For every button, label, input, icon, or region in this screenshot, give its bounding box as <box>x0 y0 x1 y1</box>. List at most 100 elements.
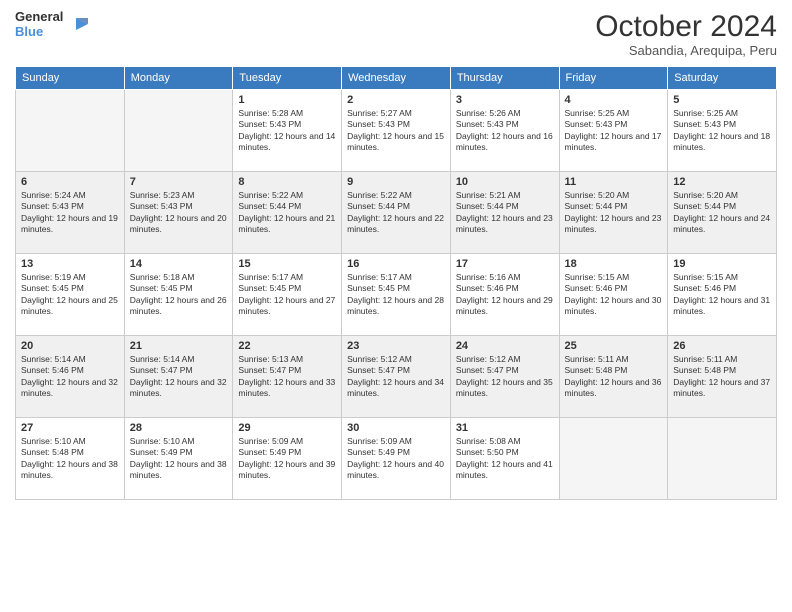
table-row: 22 Sunrise: 5:13 AMSunset: 5:47 PMDayligh… <box>233 336 342 418</box>
day-info: Sunrise: 5:17 AMSunset: 5:45 PMDaylight:… <box>347 272 445 318</box>
table-row: 27 Sunrise: 5:10 AMSunset: 5:48 PMDayligh… <box>16 418 125 500</box>
day-number: 14 <box>130 258 228 270</box>
table-row: 12 Sunrise: 5:20 AMSunset: 5:44 PMDayligh… <box>668 172 777 254</box>
calendar-week-row: 6Sunrise: 5:24 AMSunset: 5:43 PMDaylight… <box>16 172 777 254</box>
page: General Blue October 2024 Sabandia, Areq… <box>0 0 792 612</box>
table-row: 18 Sunrise: 5:15 AMSunset: 5:46 PMDayligh… <box>559 254 668 336</box>
day-info: Sunrise: 5:25 AMSunset: 5:43 PMDaylight:… <box>673 108 771 154</box>
table-row: 3 Sunrise: 5:26 AMSunset: 5:43 PMDaylight… <box>450 90 559 172</box>
day-number: 10 <box>456 176 554 188</box>
day-info: Sunrise: 5:18 AMSunset: 5:45 PMDaylight:… <box>130 272 228 318</box>
day-number: 27 <box>21 422 119 434</box>
col-tuesday: Tuesday <box>233 67 342 90</box>
table-row: 28Sunrise: 5:10 AMSunset: 5:49 PMDayligh… <box>124 418 233 500</box>
table-row: 13 Sunrise: 5:19 AMSunset: 5:45 PMDayligh… <box>16 254 125 336</box>
month-title: October 2024 <box>595 10 777 43</box>
table-row <box>16 90 125 172</box>
day-info: Sunrise: 5:14 AMSunset: 5:47 PMDaylight:… <box>130 354 228 400</box>
day-info: Sunrise: 5:27 AMSunset: 5:43 PMDaylight:… <box>347 108 445 154</box>
day-number: 9 <box>347 176 445 188</box>
day-number: 31 <box>456 422 554 434</box>
day-number: 21 <box>130 340 228 352</box>
day-number: 4 <box>565 94 663 106</box>
col-wednesday: Wednesday <box>342 67 451 90</box>
col-saturday: Saturday <box>668 67 777 90</box>
day-number: 2 <box>347 94 445 106</box>
table-row: 19Sunrise: 5:15 AMSunset: 5:46 PMDayligh… <box>668 254 777 336</box>
logo: General Blue <box>15 10 88 40</box>
calendar-week-row: 27 Sunrise: 5:10 AMSunset: 5:48 PMDayligh… <box>16 418 777 500</box>
day-info: Sunrise: 5:12 AMSunset: 5:47 PMDaylight:… <box>347 354 445 400</box>
table-row: 11Sunrise: 5:20 AMSunset: 5:44 PMDayligh… <box>559 172 668 254</box>
day-info: Sunrise: 5:20 AMSunset: 5:44 PMDaylight:… <box>565 190 663 236</box>
col-sunday: Sunday <box>16 67 125 90</box>
table-row: 1Sunrise: 5:28 AMSunset: 5:43 PMDaylight… <box>233 90 342 172</box>
day-number: 8 <box>238 176 336 188</box>
calendar-week-row: 20Sunrise: 5:14 AMSunset: 5:46 PMDayligh… <box>16 336 777 418</box>
col-friday: Friday <box>559 67 668 90</box>
table-row: 24Sunrise: 5:12 AMSunset: 5:47 PMDayligh… <box>450 336 559 418</box>
day-number: 24 <box>456 340 554 352</box>
day-info: Sunrise: 5:25 AMSunset: 5:43 PMDaylight:… <box>565 108 663 154</box>
day-info: Sunrise: 5:08 AMSunset: 5:50 PMDaylight:… <box>456 436 554 482</box>
table-row <box>668 418 777 500</box>
day-number: 1 <box>238 94 336 106</box>
day-number: 28 <box>130 422 228 434</box>
table-row: 5 Sunrise: 5:25 AMSunset: 5:43 PMDaylight… <box>668 90 777 172</box>
day-number: 13 <box>21 258 119 270</box>
table-row: 16Sunrise: 5:17 AMSunset: 5:45 PMDayligh… <box>342 254 451 336</box>
table-row: 7 Sunrise: 5:23 AMSunset: 5:43 PMDaylight… <box>124 172 233 254</box>
table-row: 9Sunrise: 5:22 AMSunset: 5:44 PMDaylight… <box>342 172 451 254</box>
table-row: 25Sunrise: 5:11 AMSunset: 5:48 PMDayligh… <box>559 336 668 418</box>
table-row: 23 Sunrise: 5:12 AMSunset: 5:47 PMDayligh… <box>342 336 451 418</box>
day-info: Sunrise: 5:21 AMSunset: 5:44 PMDaylight:… <box>456 190 554 236</box>
day-info: Sunrise: 5:11 AMSunset: 5:48 PMDaylight:… <box>673 354 771 400</box>
day-number: 5 <box>673 94 771 106</box>
day-info: Sunrise: 5:23 AMSunset: 5:43 PMDaylight:… <box>130 190 228 236</box>
table-row: 10 Sunrise: 5:21 AMSunset: 5:44 PMDayligh… <box>450 172 559 254</box>
day-number: 22 <box>238 340 336 352</box>
table-row <box>124 90 233 172</box>
day-info: Sunrise: 5:22 AMSunset: 5:44 PMDaylight:… <box>238 190 336 236</box>
day-info: Sunrise: 5:24 AMSunset: 5:43 PMDaylight:… <box>21 190 119 236</box>
table-row: 26 Sunrise: 5:11 AMSunset: 5:48 PMDayligh… <box>668 336 777 418</box>
day-info: Sunrise: 5:11 AMSunset: 5:48 PMDaylight:… <box>565 354 663 400</box>
col-monday: Monday <box>124 67 233 90</box>
logo-bird-icon <box>66 14 88 36</box>
day-number: 29 <box>238 422 336 434</box>
day-number: 12 <box>673 176 771 188</box>
day-info: Sunrise: 5:09 AMSunset: 5:49 PMDaylight:… <box>347 436 445 482</box>
day-number: 26 <box>673 340 771 352</box>
location: Sabandia, Arequipa, Peru <box>595 43 777 58</box>
calendar-week-row: 1Sunrise: 5:28 AMSunset: 5:43 PMDaylight… <box>16 90 777 172</box>
title-block: October 2024 Sabandia, Arequipa, Peru <box>595 10 777 58</box>
table-row: 20Sunrise: 5:14 AMSunset: 5:46 PMDayligh… <box>16 336 125 418</box>
table-row: 2 Sunrise: 5:27 AMSunset: 5:43 PMDaylight… <box>342 90 451 172</box>
calendar-header-row: Sunday Monday Tuesday Wednesday Thursday… <box>16 67 777 90</box>
table-row: 4 Sunrise: 5:25 AMSunset: 5:43 PMDaylight… <box>559 90 668 172</box>
day-info: Sunrise: 5:26 AMSunset: 5:43 PMDaylight:… <box>456 108 554 154</box>
day-info: Sunrise: 5:20 AMSunset: 5:44 PMDaylight:… <box>673 190 771 236</box>
table-row: 6Sunrise: 5:24 AMSunset: 5:43 PMDaylight… <box>16 172 125 254</box>
day-number: 15 <box>238 258 336 270</box>
day-info: Sunrise: 5:10 AMSunset: 5:48 PMDaylight:… <box>21 436 119 482</box>
header: General Blue October 2024 Sabandia, Areq… <box>15 10 777 58</box>
day-info: Sunrise: 5:13 AMSunset: 5:47 PMDaylight:… <box>238 354 336 400</box>
day-info: Sunrise: 5:16 AMSunset: 5:46 PMDaylight:… <box>456 272 554 318</box>
day-number: 17 <box>456 258 554 270</box>
day-number: 18 <box>565 258 663 270</box>
table-row <box>559 418 668 500</box>
day-number: 23 <box>347 340 445 352</box>
day-info: Sunrise: 5:19 AMSunset: 5:45 PMDaylight:… <box>21 272 119 318</box>
table-row: 15 Sunrise: 5:17 AMSunset: 5:45 PMDayligh… <box>233 254 342 336</box>
day-number: 3 <box>456 94 554 106</box>
day-info: Sunrise: 5:17 AMSunset: 5:45 PMDaylight:… <box>238 272 336 318</box>
table-row: 17 Sunrise: 5:16 AMSunset: 5:46 PMDayligh… <box>450 254 559 336</box>
calendar-week-row: 13 Sunrise: 5:19 AMSunset: 5:45 PMDayligh… <box>16 254 777 336</box>
day-info: Sunrise: 5:15 AMSunset: 5:46 PMDaylight:… <box>565 272 663 318</box>
day-info: Sunrise: 5:15 AMSunset: 5:46 PMDaylight:… <box>673 272 771 318</box>
day-info: Sunrise: 5:09 AMSunset: 5:49 PMDaylight:… <box>238 436 336 482</box>
day-number: 7 <box>130 176 228 188</box>
calendar-table: Sunday Monday Tuesday Wednesday Thursday… <box>15 66 777 500</box>
day-number: 30 <box>347 422 445 434</box>
